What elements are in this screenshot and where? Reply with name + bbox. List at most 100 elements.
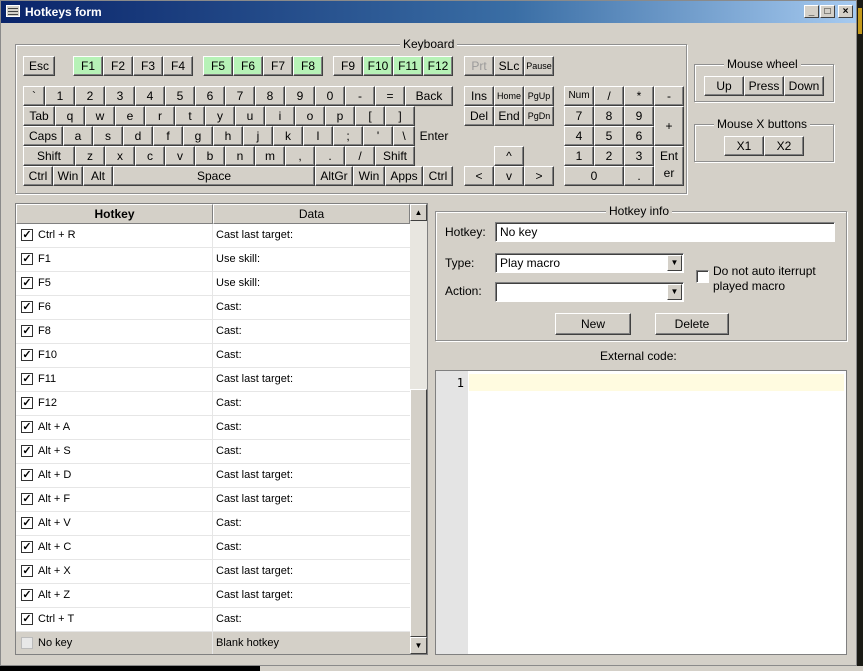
col-header-hotkey[interactable]: Hotkey [16,204,213,224]
key-f5[interactable]: F5 [203,56,233,76]
key-equal[interactable]: = [375,86,405,106]
key-insert[interactable]: Ins [464,86,494,106]
key-num-enter[interactable]: Ent er [654,146,684,186]
key-num-9[interactable]: 9 [624,106,654,126]
key-f7[interactable]: F7 [263,56,293,76]
key-right-bracket[interactable]: ] [385,106,415,126]
key-f10[interactable]: F10 [363,56,393,76]
row-enabled-checkbox[interactable]: ✓ [21,397,33,409]
key-arrow-down[interactable]: v [494,166,524,186]
row-enabled-checkbox[interactable]: ✓ [21,493,33,505]
data-cell[interactable]: Cast: [216,301,242,313]
key-home[interactable]: Home [494,86,524,106]
col-header-data[interactable]: Data [213,204,410,224]
row-enabled-checkbox[interactable]: ✓ [21,565,33,577]
key-num-divide[interactable]: / [594,86,624,106]
table-row[interactable]: ✓ Alt + A Cast: [16,416,411,440]
hotkey-cell[interactable]: ✓ F12 [16,392,213,415]
key-num-subtract[interactable]: - [654,86,684,106]
key-right-win[interactable]: Win [353,166,385,186]
key-h[interactable]: h [213,126,243,146]
minimize-button[interactable]: _ [804,5,819,18]
key-k[interactable]: k [273,126,303,146]
data-cell[interactable]: Cast last target: [216,565,293,577]
key-p[interactable]: p [325,106,355,126]
key-delete[interactable]: Del [464,106,494,126]
table-row[interactable]: ✓ Ctrl + T Cast: [16,608,411,632]
key-left-bracket[interactable]: [ [355,106,385,126]
row-enabled-checkbox[interactable]: ✓ [21,325,33,337]
key-q[interactable]: q [55,106,85,126]
table-row[interactable]: ✓ F12 Cast: [16,392,411,416]
close-button[interactable]: × [838,5,853,18]
hotkeys-grid[interactable]: Hotkey Data ✓ Ctrl + R Cast last target: ✓ F… [15,203,428,655]
key-comma[interactable]: , [285,146,315,166]
hotkey-cell[interactable]: ✓ F10 [16,344,213,367]
key-t[interactable]: t [175,106,205,126]
key-num-2[interactable]: 2 [594,146,624,166]
row-enabled-checkbox[interactable]: ✓ [21,469,33,481]
data-cell[interactable]: Cast: [216,445,242,457]
row-enabled-checkbox[interactable]: ✓ [21,613,33,625]
key-prt[interactable]: Prt [464,56,494,76]
key-semicolon[interactable]: ; [333,126,363,146]
key-n[interactable]: n [225,146,255,166]
hotkey-cell[interactable]: ✓ Alt + A [16,416,213,439]
row-enabled-checkbox[interactable]: ✓ [21,421,33,433]
key-arrow-right[interactable]: > [524,166,554,186]
key-num-1[interactable]: 1 [564,146,594,166]
table-row[interactable]: ✓ F5 Use skill: [16,272,411,296]
data-cell[interactable]: Cast last target: [216,373,293,385]
data-cell[interactable]: Blank hotkey [216,637,279,649]
table-row[interactable]: ✓ Ctrl + R Cast last target: [16,224,411,248]
key-4[interactable]: 4 [135,86,165,106]
action-select[interactable]: ▼ [495,282,684,302]
key-page-down[interactable]: PgDn [524,106,554,126]
hotkey-cell[interactable]: ✓ Alt + C [16,536,213,559]
key-1[interactable]: 1 [45,86,75,106]
hotkey-cell[interactable]: ✓ Alt + S [16,440,213,463]
table-row[interactable]: ✓ Alt + Z Cast last target: [16,584,411,608]
key-f2[interactable]: F2 [103,56,133,76]
table-row[interactable]: ✓ Alt + D Cast last target: [16,464,411,488]
key-right-shift[interactable]: Shift [375,146,415,166]
hotkey-cell[interactable]: ✓ Ctrl + T [16,608,213,631]
key-left-win[interactable]: Win [53,166,83,186]
hotkey-cell[interactable]: ✓ Ctrl + R [16,224,213,247]
row-enabled-checkbox[interactable]: ✓ [21,373,33,385]
type-select[interactable]: Play macro ▼ [495,253,684,273]
row-enabled-checkbox[interactable]: ✓ [21,253,33,265]
table-row[interactable]: ✓ F6 Cast: [16,296,411,320]
table-row[interactable]: ✓ F10 Cast: [16,344,411,368]
hotkey-cell[interactable]: ✓ F6 [16,296,213,319]
key-s[interactable]: s [93,126,123,146]
data-cell[interactable]: Cast last target: [216,493,293,505]
key-a[interactable]: a [63,126,93,146]
hotkey-cell[interactable]: ✓ F8 [16,320,213,343]
row-enabled-checkbox[interactable]: ✓ [21,517,33,529]
data-cell[interactable]: Use skill: [216,277,260,289]
key-o[interactable]: o [295,106,325,126]
key-num-6[interactable]: 6 [624,126,654,146]
key-tab[interactable]: Tab [23,106,55,126]
key-left-ctrl[interactable]: Ctrl [23,166,53,186]
hotkey-cell[interactable]: ✓ Alt + X [16,560,213,583]
scroll-thumb[interactable] [410,389,427,637]
key-f6[interactable]: F6 [233,56,263,76]
data-cell[interactable]: Cast: [216,517,242,529]
action-dropdown-arrow-icon[interactable]: ▼ [667,284,682,300]
wheel-down-button[interactable]: Down [784,76,824,96]
key-f[interactable]: f [153,126,183,146]
key-scroll-lock[interactable]: SLc [494,56,524,76]
key-z[interactable]: z [75,146,105,166]
row-enabled-checkbox[interactable]: ✓ [21,349,33,361]
hotkey-cell[interactable]: ✓ Alt + V [16,512,213,535]
key-f12[interactable]: F12 [423,56,453,76]
key-r[interactable]: r [145,106,175,126]
mouse-x2-button[interactable]: X2 [764,136,804,156]
table-row[interactable]: ✓ Alt + S Cast: [16,440,411,464]
title-bar[interactable]: Hotkeys form _ □ × [1,1,856,23]
table-row[interactable]: No key Blank hotkey [16,632,411,654]
key-quote[interactable]: ' [363,126,393,146]
key-f8[interactable]: F8 [293,56,323,76]
